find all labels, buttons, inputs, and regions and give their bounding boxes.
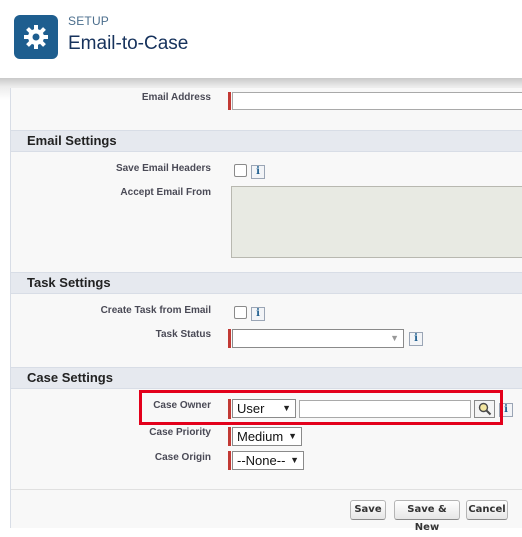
- create-task-checkbox[interactable]: [234, 306, 247, 319]
- case-priority-value: Medium: [237, 429, 284, 444]
- chevron-down-icon: ▼: [288, 431, 297, 441]
- email-address-label: Email Address: [141, 92, 211, 103]
- required-indicator: [228, 427, 231, 446]
- gear-icon: [14, 15, 58, 59]
- required-indicator: [228, 329, 231, 348]
- info-icon[interactable]: i: [251, 307, 265, 321]
- task-status-select[interactable]: ▼: [232, 329, 404, 348]
- footer-divider: [11, 489, 522, 490]
- create-task-label: Create Task from Email: [100, 305, 211, 316]
- save-button[interactable]: Save: [350, 500, 386, 520]
- accept-from-textarea[interactable]: [231, 186, 522, 258]
- section-case-settings: Case Settings: [11, 367, 522, 389]
- email-address-input[interactable]: [232, 92, 522, 110]
- case-origin-select[interactable]: --None-- ▼: [232, 451, 304, 470]
- save-and-new-button[interactable]: Save & New: [394, 500, 460, 533]
- case-owner-highlight: [139, 390, 503, 425]
- save-headers-label: Save Email Headers: [115, 163, 211, 174]
- accept-from-label: Accept Email From: [120, 187, 211, 198]
- case-origin-value: --None--: [237, 453, 286, 468]
- required-indicator: [228, 451, 231, 470]
- task-status-label: Task Status: [155, 329, 211, 340]
- header-subtitle: SETUP: [68, 14, 110, 28]
- page-title: Email-to-Case: [68, 33, 189, 54]
- case-priority-select[interactable]: Medium ▼: [232, 427, 302, 446]
- case-priority-label: Case Priority: [149, 427, 211, 438]
- section-task-settings: Task Settings: [11, 272, 522, 294]
- section-email-settings: Email Settings: [11, 130, 522, 152]
- page-header: SETUP Email-to-Case: [0, 0, 522, 78]
- save-headers-checkbox[interactable]: [234, 164, 247, 177]
- chevron-down-icon: ▼: [290, 455, 299, 465]
- info-icon[interactable]: i: [409, 332, 423, 346]
- info-icon[interactable]: i: [251, 165, 265, 179]
- chevron-down-icon: ▼: [390, 333, 399, 343]
- case-origin-label: Case Origin: [154, 452, 211, 463]
- required-indicator: [228, 92, 231, 110]
- cancel-button[interactable]: Cancel: [466, 500, 508, 520]
